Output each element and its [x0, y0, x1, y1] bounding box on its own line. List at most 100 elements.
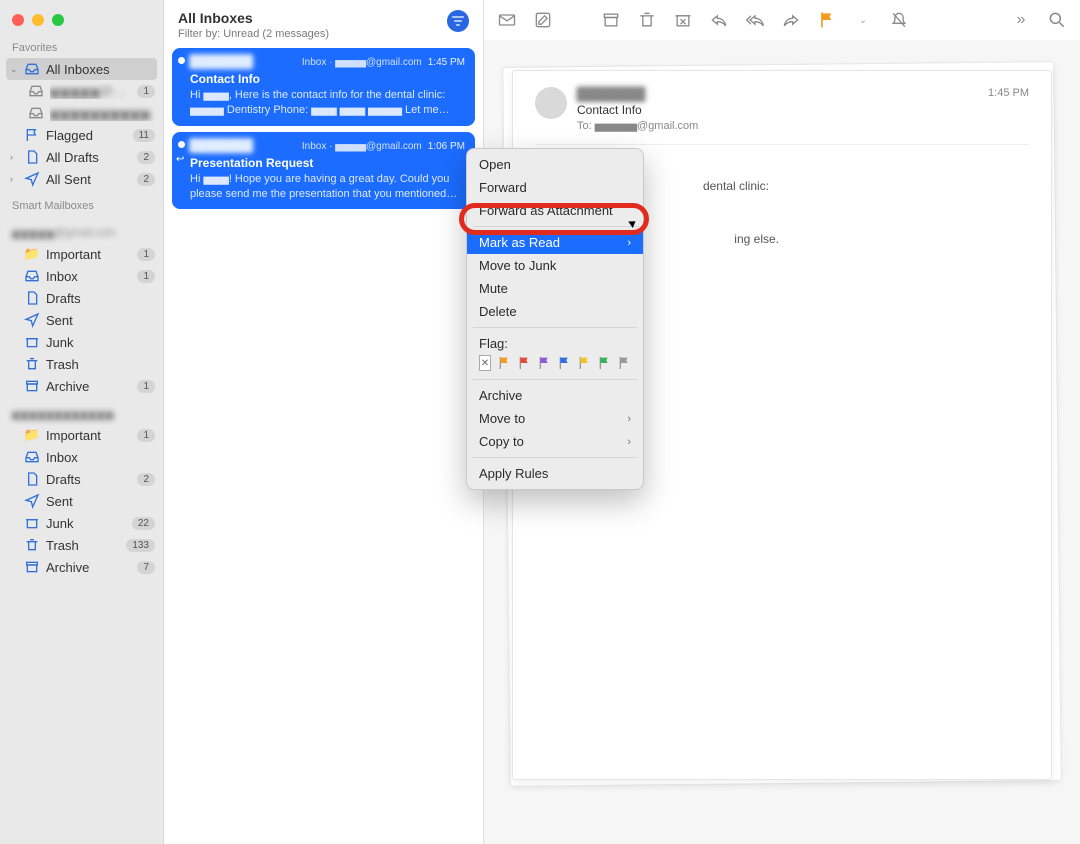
message-inbox-label: Inbox · ▅▅▅▅@gmail.com — [302, 57, 422, 68]
sidebar-item-all-drafts[interactable]: › All Drafts 2 — [0, 146, 163, 168]
reply-all-button[interactable] — [744, 9, 766, 31]
unread-badge: 1 — [137, 85, 155, 98]
flag-clear-button[interactable]: ✕ — [479, 355, 491, 371]
sidebar-item-account-inbox-1[interactable]: ▅▅▅▅▅@g… 1 — [0, 80, 163, 102]
sidebar-item-label: Drafts — [46, 291, 155, 306]
forward-button[interactable] — [780, 9, 802, 31]
flag-menu-button[interactable]: ⌄ — [852, 9, 874, 31]
sidebar-item-sent[interactable]: Sent — [0, 309, 163, 331]
sidebar-item-all-inboxes[interactable]: ⌄ All Inboxes — [6, 58, 157, 80]
chevron-down-icon[interactable]: ⌄ — [10, 64, 18, 75]
message-subject: Presentation Request — [190, 156, 465, 170]
sidebar-item-archive[interactable]: Archive 1 — [0, 375, 163, 397]
flag-blue[interactable] — [557, 355, 571, 369]
sidebar-section-account-2: ▅▅▅▅▅▅▅▅▅▅▅▅ — [0, 397, 163, 424]
archive-button[interactable] — [600, 9, 622, 31]
ctx-delete[interactable]: Delete — [467, 300, 643, 323]
sidebar-item-label: ▅▅▅▅▅▅▅▅▅▅ — [50, 105, 155, 121]
sidebar-item-account-inbox-2[interactable]: ▅▅▅▅▅▅▅▅▅▅ — [0, 102, 163, 124]
paperplane-icon — [24, 493, 40, 509]
inbox-icon — [24, 61, 40, 77]
mute-button[interactable] — [888, 9, 910, 31]
sidebar-item-label: Flagged — [46, 128, 127, 143]
more-button[interactable]: » — [1010, 9, 1032, 31]
ctx-move-to-junk[interactable]: Move to Junk — [467, 254, 643, 277]
ctx-move-to[interactable]: Move to› — [467, 407, 643, 430]
get-mail-button[interactable] — [496, 9, 518, 31]
sidebar-item-archive-2[interactable]: Archive 7 — [0, 556, 163, 578]
inbox-icon — [28, 105, 44, 121]
ctx-forward-attachment[interactable]: Forward as Attachment — [467, 199, 643, 222]
flag-button[interactable] — [816, 9, 838, 31]
sidebar-item-drafts[interactable]: Drafts — [0, 287, 163, 309]
inbox-icon — [24, 449, 40, 465]
message-to: To: ▅▅▅▅▅@gmail.com — [577, 119, 978, 132]
ctx-forward[interactable]: Forward — [467, 176, 643, 199]
close-window-button[interactable] — [12, 14, 24, 26]
flag-yellow[interactable] — [577, 355, 591, 369]
sidebar-item-label: Sent — [46, 494, 155, 509]
sidebar-item-label: Junk — [46, 335, 155, 350]
chevron-right-icon[interactable]: › — [10, 174, 18, 184]
ctx-separator — [473, 457, 637, 458]
sidebar-section-smart: Smart Mailboxes — [0, 190, 163, 216]
sidebar-item-junk[interactable]: Junk — [0, 331, 163, 353]
message-subject-header: Contact Info — [577, 103, 978, 117]
folder-icon: 📁 — [24, 246, 40, 262]
sidebar-item-label: Sent — [46, 313, 155, 328]
sidebar-item-drafts-2[interactable]: Drafts 2 — [0, 468, 163, 490]
message-time: 1:45 PM — [428, 57, 465, 68]
search-button[interactable] — [1046, 9, 1068, 31]
sidebar-item-junk-2[interactable]: Junk 22 — [0, 512, 163, 534]
junk-button[interactable] — [672, 9, 694, 31]
delete-button[interactable] — [636, 9, 658, 31]
sidebar-item-trash-2[interactable]: Trash 133 — [0, 534, 163, 556]
trash-icon — [24, 356, 40, 372]
message-inbox-label: Inbox · ▅▅▅▅@gmail.com — [302, 141, 422, 152]
sidebar-item-all-sent[interactable]: › All Sent 2 — [0, 168, 163, 190]
ctx-mark-as-read[interactable]: Mark as Read› — [467, 231, 643, 254]
message-time-header: 1:45 PM — [988, 87, 1029, 132]
sidebar-item-label: Archive — [46, 379, 131, 394]
reply-button[interactable] — [708, 9, 730, 31]
flag-purple[interactable] — [537, 355, 551, 369]
ctx-apply-rules[interactable]: Apply Rules — [467, 462, 643, 485]
inbox-icon — [28, 83, 44, 99]
count-badge: 2 — [137, 151, 155, 164]
zoom-window-button[interactable] — [52, 14, 64, 26]
sidebar-item-inbox-2[interactable]: Inbox — [0, 446, 163, 468]
count-badge: 1 — [137, 380, 155, 393]
sidebar-item-flagged[interactable]: Flagged 11 — [0, 124, 163, 146]
sidebar-section-account-1: ▅▅▅▅▅@gmail.com — [0, 216, 163, 243]
message-row[interactable]: ↩ ████████ Inbox · ▅▅▅▅@gmail.com 1:06 P… — [172, 132, 475, 210]
minimize-window-button[interactable] — [32, 14, 44, 26]
flag-icon — [24, 127, 40, 143]
flag-red[interactable] — [517, 355, 531, 369]
toolbar: ⌄ » — [484, 0, 1080, 40]
flag-orange[interactable] — [497, 355, 511, 369]
sidebar-item-important[interactable]: 📁 Important 1 — [0, 243, 163, 265]
ctx-mute[interactable]: Mute — [467, 277, 643, 300]
ctx-open[interactable]: Open — [467, 153, 643, 176]
flag-gray[interactable] — [617, 355, 631, 369]
list-filter-subtitle: Filter by: Unread (2 messages) — [178, 28, 447, 40]
filter-button[interactable] — [447, 10, 469, 32]
flag-green[interactable] — [597, 355, 611, 369]
compose-button[interactable] — [532, 9, 554, 31]
sidebar-item-label: Archive — [46, 560, 131, 575]
count-badge: 1 — [137, 270, 155, 283]
count-badge: 1 — [137, 429, 155, 442]
chevron-right-icon[interactable]: › — [10, 152, 18, 162]
sidebar-item-important-2[interactable]: 📁 Important 1 — [0, 424, 163, 446]
message-row[interactable]: ████████ Inbox · ▅▅▅▅@gmail.com 1:45 PM … — [172, 48, 475, 126]
sidebar-item-inbox[interactable]: Inbox 1 — [0, 265, 163, 287]
inbox-icon — [24, 268, 40, 284]
ctx-copy-to[interactable]: Copy to› — [467, 430, 643, 453]
archive-icon — [24, 378, 40, 394]
sidebar-item-sent-2[interactable]: Sent — [0, 490, 163, 512]
chevron-right-icon: › — [627, 413, 631, 425]
ctx-archive[interactable]: Archive — [467, 384, 643, 407]
sidebar-item-trash[interactable]: Trash — [0, 353, 163, 375]
paperplane-icon — [24, 312, 40, 328]
ctx-separator — [473, 327, 637, 328]
